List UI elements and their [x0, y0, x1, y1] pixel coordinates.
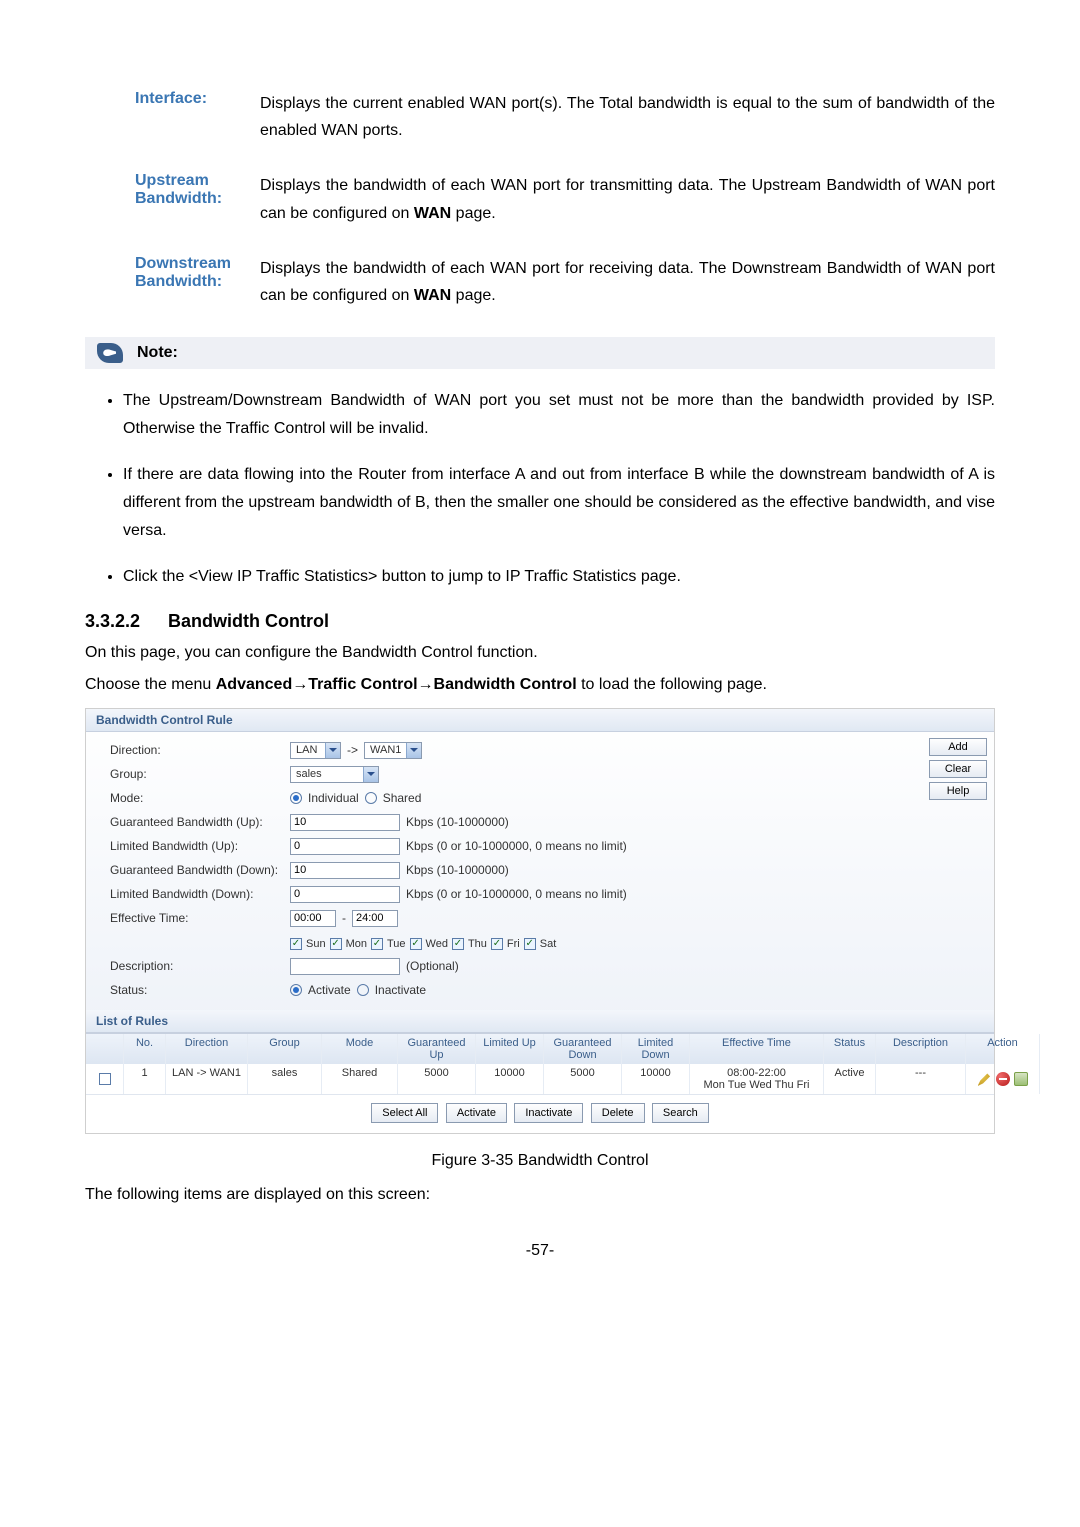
gbd-input[interactable]	[290, 862, 400, 879]
eff-to-input[interactable]	[352, 910, 398, 927]
note-title: Note:	[137, 344, 178, 362]
edit-icon[interactable]	[978, 1072, 992, 1086]
gbd-hint: Kbps (10-1000000)	[406, 863, 509, 877]
day-fri-checkbox[interactable]	[491, 938, 503, 950]
panel-header-list: List of Rules	[86, 1010, 994, 1033]
label-lbd: Limited Bandwidth (Down):	[110, 887, 290, 901]
label-gbu: Guaranteed Bandwidth (Up):	[110, 815, 290, 829]
table-header: No. Direction Group Mode Guaranteed Up L…	[86, 1033, 994, 1064]
description-input[interactable]	[290, 958, 400, 975]
note-item: The Upstream/Downstream Bandwidth of WAN…	[123, 387, 995, 443]
def-upstream-body: Displays the bandwidth of each WAN port …	[260, 172, 995, 226]
clear-button[interactable]: Clear	[929, 760, 987, 778]
def-interface-label: Interface:	[85, 90, 260, 144]
chevron-down-icon	[406, 743, 421, 758]
note-item: If there are data flowing into the Route…	[123, 461, 995, 545]
closing-text: The following items are displayed on thi…	[85, 1186, 995, 1204]
label-gbd: Guaranteed Bandwidth (Down):	[110, 863, 290, 877]
intro-text: On this page, you can configure the Band…	[85, 644, 995, 662]
row-select-checkbox[interactable]	[99, 1073, 111, 1085]
status-inactivate-label: Inactivate	[375, 983, 426, 997]
select-all-button[interactable]: Select All	[371, 1103, 438, 1123]
def-interface-body: Displays the current enabled WAN port(s)…	[260, 90, 995, 144]
delete-icon[interactable]	[996, 1072, 1010, 1086]
label-mode: Mode:	[110, 791, 290, 805]
label-group: Group:	[110, 767, 290, 781]
mode-individual-label: Individual	[308, 791, 359, 805]
lbu-hint: Kbps (0 or 10-1000000, 0 means no limit)	[406, 839, 627, 853]
label-effective-time: Effective Time:	[110, 911, 290, 925]
chevron-down-icon	[363, 767, 378, 782]
panel-header-rule: Bandwidth Control Rule	[86, 709, 994, 732]
chevron-down-icon	[325, 743, 340, 758]
intro-path: Choose the menu Advanced→Traffic Control…	[85, 676, 995, 694]
eff-separator: -	[342, 911, 346, 925]
figure-caption: Figure 3-35 Bandwidth Control	[85, 1152, 995, 1170]
label-lbu: Limited Bandwidth (Up):	[110, 839, 290, 853]
direction-to-select[interactable]: WAN1	[364, 742, 422, 759]
ui-panel: Bandwidth Control Rule Direction: LAN ->…	[85, 708, 995, 1134]
help-button[interactable]: Help	[929, 782, 987, 800]
lbd-input[interactable]	[290, 886, 400, 903]
lbd-hint: Kbps (0 or 10-1000000, 0 means no limit)	[406, 887, 627, 901]
search-button[interactable]: Search	[652, 1103, 709, 1123]
note-header: Note:	[85, 337, 995, 369]
mode-individual-radio[interactable]	[290, 792, 302, 804]
gbu-hint: Kbps (10-1000000)	[406, 815, 509, 829]
status-inactivate-radio[interactable]	[357, 984, 369, 996]
label-status: Status:	[110, 983, 290, 997]
status-activate-label: Activate	[308, 983, 351, 997]
activate-button[interactable]: Activate	[446, 1103, 507, 1123]
note-list: The Upstream/Downstream Bandwidth of WAN…	[85, 387, 995, 591]
lbu-input[interactable]	[290, 838, 400, 855]
page-number: -57-	[85, 1242, 995, 1260]
label-description: Description:	[110, 959, 290, 973]
description-hint: (Optional)	[406, 959, 459, 973]
gbu-input[interactable]	[290, 814, 400, 831]
def-upstream-label: UpstreamBandwidth:	[85, 172, 260, 226]
direction-arrow: ->	[347, 743, 358, 757]
status-activate-radio[interactable]	[290, 984, 302, 996]
day-thu-checkbox[interactable]	[452, 938, 464, 950]
day-wed-checkbox[interactable]	[410, 938, 422, 950]
day-tue-checkbox[interactable]	[371, 938, 383, 950]
day-mon-checkbox[interactable]	[330, 938, 342, 950]
mode-shared-radio[interactable]	[365, 792, 377, 804]
hand-point-icon	[97, 343, 123, 363]
direction-from-select[interactable]: LAN	[290, 742, 341, 759]
label-direction: Direction:	[110, 743, 290, 757]
group-select[interactable]: sales	[290, 766, 379, 783]
note-item: Click the <View IP Traffic Statistics> b…	[123, 563, 995, 591]
def-downstream-label: DownstreamBandwidth:	[85, 255, 260, 309]
copy-icon[interactable]	[1014, 1072, 1028, 1086]
add-button[interactable]: Add	[929, 738, 987, 756]
table-row: 1 LAN -> WAN1 sales Shared 5000 10000 50…	[86, 1064, 994, 1094]
eff-from-input[interactable]	[290, 910, 336, 927]
def-downstream-body: Displays the bandwidth of each WAN port …	[260, 255, 995, 309]
inactivate-button[interactable]: Inactivate	[514, 1103, 583, 1123]
day-sun-checkbox[interactable]	[290, 938, 302, 950]
delete-button[interactable]: Delete	[591, 1103, 645, 1123]
section-heading: 3.3.2.2Bandwidth Control	[85, 611, 995, 632]
mode-shared-label: Shared	[383, 791, 422, 805]
day-sat-checkbox[interactable]	[524, 938, 536, 950]
